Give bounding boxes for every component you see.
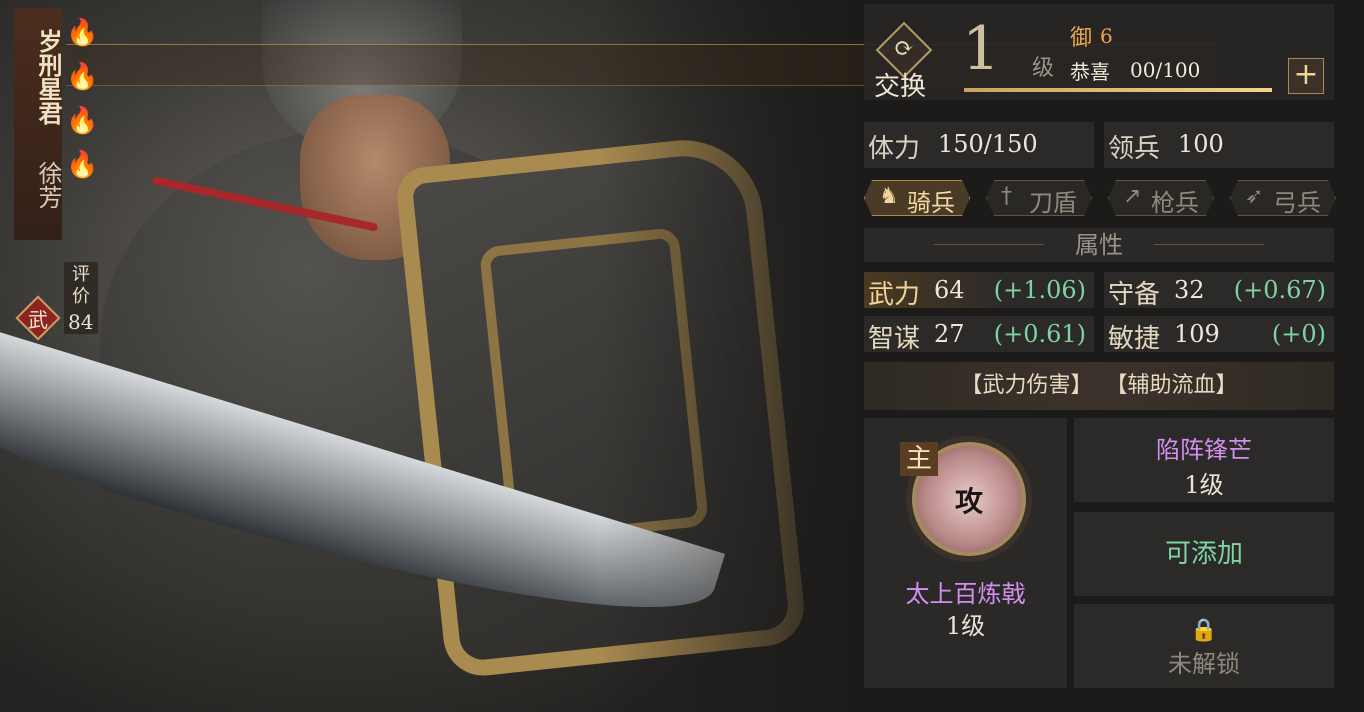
troops-label: 领兵 — [1108, 134, 1161, 164]
flame-icon: 🔥 — [66, 18, 99, 48]
divider — [934, 244, 1044, 245]
add-exp-button[interactable]: + — [1288, 58, 1324, 94]
troop-type-row: ♞ 骑兵 † 刀盾 ↗ 枪兵 ➶ 弓兵 — [864, 180, 1334, 216]
main-skill-card[interactable]: 攻 主 太上百炼戟 1级 — [864, 418, 1067, 688]
swap-label: 交换 — [874, 72, 927, 102]
troop-bow[interactable]: ➶ 弓兵 — [1230, 180, 1336, 216]
attr-bonus: (+0.67) — [1233, 276, 1326, 304]
horse-icon: ♞ — [879, 184, 899, 209]
skill-slot-1[interactable]: 陷阵锋芒 1级 — [1074, 418, 1334, 502]
portrait-fade — [600, 0, 860, 712]
hero-name: 徐芳 — [34, 161, 62, 209]
attr-bonus: (+0) — [1271, 320, 1326, 348]
attr-name: 武力 — [868, 280, 921, 310]
defense-value: 6 — [1100, 24, 1113, 48]
exp-bar — [964, 88, 1272, 92]
attr-strength: 武力 64 (+1.06) — [864, 272, 1094, 310]
troop-cavalry[interactable]: ♞ 骑兵 — [864, 180, 970, 216]
level-unit: 级 — [1032, 56, 1055, 81]
hero-title: 岁刑星君 — [34, 29, 63, 125]
add-skill-label: 可添加 — [1164, 539, 1243, 569]
flame-icon: 🔥 — [66, 106, 99, 136]
troops-value: 100 — [1178, 130, 1224, 158]
troop-label: 弓兵 — [1273, 189, 1321, 217]
attr-name: 智谋 — [868, 324, 921, 354]
attr-value: 109 — [1174, 320, 1220, 348]
name-banner: 岁刑星君 徐芳 — [14, 8, 63, 240]
flame-icon: 🔥 — [66, 150, 99, 180]
exp-label: 恭喜 — [1070, 60, 1110, 84]
trait-tag: 【辅助流血】 — [1105, 373, 1238, 398]
attr-bonus: (+0.61) — [993, 320, 1086, 348]
skill-slot-level: 1级 — [1184, 471, 1224, 499]
class-label: 武 — [28, 308, 48, 332]
attr-defense: 守备 32 (+0.67) — [1104, 272, 1334, 310]
attr-value: 27 — [934, 320, 965, 348]
swap-button[interactable]: ⟳ 交换 — [868, 21, 940, 102]
exp-value: 00/100 — [1130, 58, 1201, 82]
attr-value: 32 — [1174, 276, 1205, 304]
troops-cell: 领兵 100 — [1104, 122, 1334, 168]
lock-icon: 🔒 — [1190, 618, 1218, 643]
hp-cell: 体力 150/150 — [864, 122, 1094, 168]
attr-name: 敏捷 — [1108, 324, 1161, 354]
troop-sword-shield[interactable]: † 刀盾 — [986, 180, 1092, 216]
defense-label: 御 — [1070, 26, 1093, 51]
troop-spear[interactable]: ↗ 枪兵 — [1108, 180, 1214, 216]
skill-type-char: 攻 — [954, 485, 983, 518]
hero-portrait — [0, 0, 860, 712]
troop-label: 刀盾 — [1029, 189, 1077, 217]
attr-name: 守备 — [1108, 280, 1161, 310]
attr-intellect: 智谋 27 (+0.61) — [864, 316, 1094, 354]
locked-label: 未解锁 — [1168, 650, 1240, 678]
rating-label: 评价 — [72, 264, 90, 307]
spear-icon: ↗ — [1123, 184, 1142, 209]
main-skill-tag: 主 — [900, 442, 938, 476]
trait-tag: 【武力伤害】 — [960, 373, 1093, 398]
swap-icon: ⟳ — [893, 34, 915, 62]
attributes-title: 属性 — [1075, 231, 1123, 259]
hp-label: 体力 — [868, 134, 921, 164]
main-skill-name: 太上百炼戟 — [905, 580, 1026, 608]
divider — [1154, 244, 1264, 245]
main-skill-level: 1级 — [945, 612, 986, 640]
rating-box: 评价 84 — [64, 262, 98, 334]
troop-label: 骑兵 — [907, 189, 955, 217]
troop-label: 枪兵 — [1151, 189, 1199, 217]
attributes-header: 属性 — [864, 228, 1334, 262]
level-number: 1 — [962, 14, 1001, 84]
rating-value: 84 — [68, 310, 94, 334]
exp-bar-fill — [964, 88, 1272, 92]
attr-agility: 敏捷 109 (+0) — [1104, 316, 1334, 354]
skill-slot-2[interactable]: 可添加 — [1074, 512, 1334, 596]
attr-bonus: (+1.06) — [993, 276, 1086, 304]
skill-slot-3: 🔒 未解锁 — [1074, 604, 1334, 688]
flame-icon: 🔥 — [66, 62, 99, 92]
skill-slot-name: 陷阵锋芒 — [1156, 436, 1252, 464]
attr-value: 64 — [934, 276, 965, 304]
hp-value: 150/150 — [938, 130, 1038, 158]
trait-tags: 【武力伤害】 【辅助流血】 — [864, 362, 1334, 410]
bow-icon: ➶ — [1245, 184, 1264, 209]
star-rating: 🔥 🔥 🔥 🔥 — [66, 18, 99, 194]
sword-icon: † — [1001, 184, 1012, 209]
